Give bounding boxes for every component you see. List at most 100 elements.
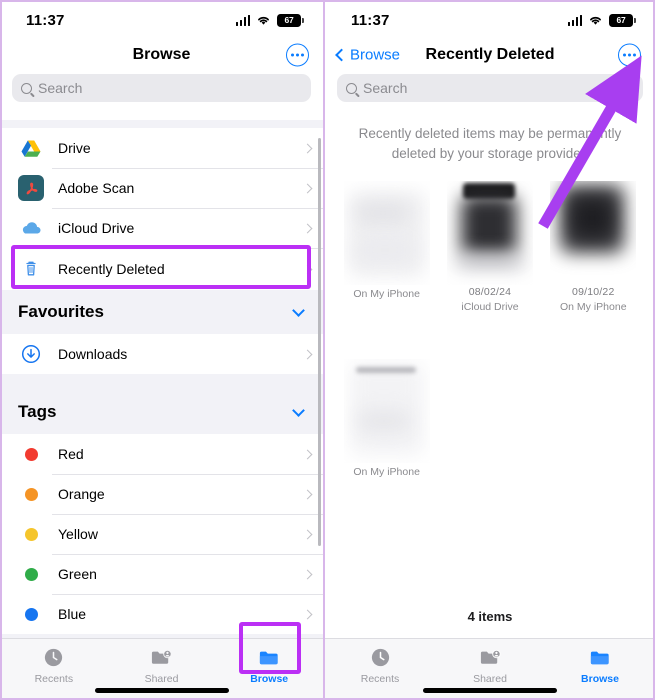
- section-header-favourites[interactable]: Favourites: [0, 290, 323, 334]
- chevron-right-icon: [302, 489, 313, 499]
- browse-list[interactable]: Drive Adobe Scan iCloud Drive Recently D…: [0, 110, 323, 638]
- search-placeholder: Search: [363, 80, 408, 96]
- tab-label: Browse: [581, 673, 619, 685]
- shared-folder-icon: [151, 649, 172, 664]
- sidebar-item-label: iCloud Drive: [58, 220, 135, 236]
- deleted-files-grid: On My iPhone 08/02/24 iCloud Drive 09/10…: [325, 173, 655, 609]
- favourites-group: Downloads: [0, 334, 323, 374]
- tab-recents[interactable]: Recents: [0, 646, 108, 685]
- file-item[interactable]: 08/02/24 iCloud Drive: [438, 175, 541, 323]
- battery-level: 67: [284, 14, 294, 25]
- battery-level: 67: [616, 14, 626, 25]
- chevron-right-icon: [302, 183, 313, 193]
- ellipsis-circle-icon[interactable]: [618, 43, 641, 67]
- back-button[interactable]: Browse: [335, 46, 401, 64]
- sidebar-item-label: Orange: [58, 486, 105, 502]
- left-phone-screen: 11:37 67 Browse Search Drive Adobe Scan …: [0, 0, 325, 700]
- sidebar-item-tag-green[interactable]: Green: [0, 554, 323, 594]
- tag-color-dot-icon: [18, 441, 44, 467]
- tab-label: Recents: [34, 673, 74, 685]
- tab-label: Browse: [250, 673, 289, 685]
- chevron-down-icon[interactable]: [292, 303, 305, 317]
- folder-icon: [260, 651, 278, 665]
- file-location: On My iPhone: [353, 288, 420, 301]
- locations-group: Drive Adobe Scan iCloud Drive Recently D…: [0, 128, 323, 290]
- tag-color-dot-icon: [18, 521, 44, 547]
- clock-icon: [45, 648, 63, 667]
- file-thumbnail: [550, 181, 637, 286]
- wifi-icon: [590, 16, 601, 25]
- tab-shared[interactable]: Shared: [108, 646, 216, 685]
- back-button-label: Browse: [350, 46, 401, 64]
- file-date: 08/02/24: [468, 286, 512, 299]
- sidebar-item-tag-blue[interactable]: Blue: [0, 594, 323, 634]
- file-location: On My iPhone: [353, 466, 420, 479]
- sidebar-item-label: Drive: [58, 140, 91, 156]
- section-title: Favourites: [18, 302, 104, 321]
- file-item[interactable]: 09/10/22 On My iPhone: [542, 175, 645, 323]
- tab-recents[interactable]: Recents: [325, 646, 435, 685]
- sidebar-item-label: Green: [58, 566, 97, 582]
- sidebar-item-tag-yellow[interactable]: Yellow: [0, 514, 323, 554]
- tag-color-dot-icon: [18, 481, 44, 507]
- sidebar-item-label: Downloads: [58, 346, 128, 362]
- wifi-icon: [258, 16, 269, 25]
- ellipsis-circle-icon[interactable]: [286, 43, 309, 67]
- sidebar-item-icloud-drive[interactable]: iCloud Drive: [0, 208, 323, 248]
- tab-shared[interactable]: Shared: [435, 646, 545, 685]
- status-time: 11:37: [351, 11, 390, 29]
- chevron-right-icon: [302, 449, 313, 459]
- folder-icon: [590, 651, 609, 665]
- tab-label: Shared: [473, 673, 507, 685]
- file-item[interactable]: On My iPhone: [335, 353, 438, 488]
- sidebar-item-label: Blue: [58, 606, 87, 622]
- status-icons: 67: [235, 13, 304, 27]
- vertical-scrollbar[interactable]: [318, 138, 321, 546]
- google-drive-icon: [18, 135, 44, 161]
- status-bar-right: 11:37 67: [325, 0, 655, 36]
- download-circle-icon: [18, 341, 44, 367]
- chevron-right-icon: [302, 529, 313, 539]
- sidebar-item-adobe-scan[interactable]: Adobe Scan: [0, 168, 323, 208]
- right-phone-screen: 11:37 67 Browse Recently Deleted Search …: [325, 0, 655, 700]
- chevron-right-icon: [302, 349, 313, 359]
- sidebar-item-recently-deleted[interactable]: Recently Deleted: [0, 248, 323, 290]
- file-location: On My iPhone: [560, 301, 627, 314]
- battery-icon: 67: [609, 13, 636, 27]
- chevron-down-icon[interactable]: [292, 403, 305, 417]
- file-location: iCloud Drive: [461, 301, 519, 314]
- tag-color-dot-icon: [18, 561, 44, 587]
- sidebar-item-label: Yellow: [58, 526, 98, 542]
- section-title: Tags: [18, 402, 57, 421]
- chevron-right-icon: [302, 143, 313, 153]
- tab-browse[interactable]: Browse: [215, 646, 323, 685]
- search-icon: [346, 82, 357, 94]
- tab-browse[interactable]: Browse: [545, 646, 655, 685]
- sidebar-item-label: Red: [58, 446, 84, 462]
- file-thumbnail: [343, 181, 430, 286]
- file-date: 09/10/22: [572, 286, 615, 299]
- sidebar-item-downloads[interactable]: Downloads: [0, 334, 323, 374]
- chevron-right-icon: [302, 223, 313, 233]
- storage-notice: Recently deleted items may be permanentl…: [358, 126, 622, 161]
- search-placeholder: Search: [38, 80, 83, 96]
- status-bar-left: 11:37 67: [0, 0, 323, 36]
- signal-bars-icon: [567, 14, 582, 26]
- sidebar-item-drive[interactable]: Drive: [0, 128, 323, 168]
- chevron-right-icon: [302, 264, 313, 274]
- search-input[interactable]: Search: [337, 74, 643, 102]
- sidebar-item-tag-orange[interactable]: Orange: [0, 474, 323, 514]
- status-time: 11:37: [26, 11, 65, 29]
- adobe-scan-icon: [18, 175, 44, 201]
- chevron-right-icon: [302, 609, 313, 619]
- nav-bar-right: Browse Recently Deleted: [325, 36, 655, 74]
- page-title: Browse: [132, 46, 191, 63]
- file-item[interactable]: On My iPhone: [335, 175, 438, 323]
- file-thumbnail: [446, 181, 533, 286]
- signal-bars-icon: [235, 14, 250, 26]
- search-container-right: Search: [325, 74, 655, 110]
- sidebar-item-label: Adobe Scan: [58, 180, 135, 196]
- sidebar-item-tag-red[interactable]: Red: [0, 434, 323, 474]
- search-input[interactable]: Search: [12, 74, 311, 102]
- section-header-tags[interactable]: Tags: [0, 390, 323, 434]
